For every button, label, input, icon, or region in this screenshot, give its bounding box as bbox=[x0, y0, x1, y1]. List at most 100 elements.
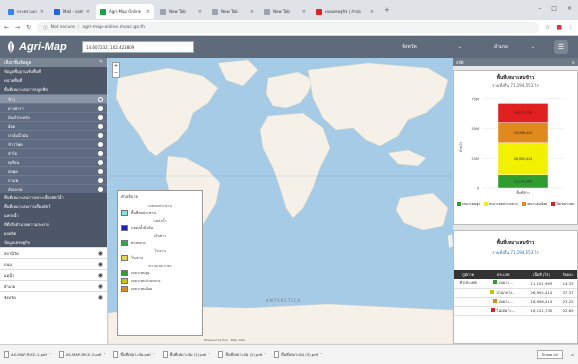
radio-icon[interactable] bbox=[98, 141, 103, 147]
eye-icon[interactable]: ◉ bbox=[98, 283, 103, 290]
radio-icon[interactable] bbox=[98, 105, 103, 111]
radio-icon[interactable] bbox=[98, 123, 103, 129]
address-bar[interactable]: ⓘ Not secure | agri-map-online.moac.go.t… bbox=[37, 22, 539, 33]
download-item[interactable]: พื้นที่เหมาะสม (2).pdf ˄ bbox=[218, 351, 266, 358]
sidebar-layer[interactable]: อำเภอ ◉ bbox=[0, 280, 107, 291]
download-item[interactable]: AS-MAP-RICE-1.pdf ˄ bbox=[4, 351, 51, 358]
close-icon[interactable]: × bbox=[86, 9, 90, 15]
forward-icon[interactable]: → bbox=[15, 24, 20, 31]
chevron-up-icon[interactable]: ˄ bbox=[264, 352, 266, 357]
browser-tab[interactable]: New Tab × bbox=[260, 4, 310, 19]
pencil-icon[interactable]: ✎ bbox=[99, 60, 103, 65]
sidebar-section[interactable]: พื้นที่เหมาะสมการปลูกพืช bbox=[0, 85, 107, 94]
sidebar-item-crop[interactable]: ข้าว bbox=[0, 94, 107, 103]
browser-tab[interactable]: เขตเศรษฐกิจ | สำนัก × bbox=[312, 4, 378, 19]
eye-icon[interactable]: ◉ bbox=[98, 250, 103, 257]
table-row[interactable]: ทั่วประเทศ เหมาะ... 11,101,995 14.33 bbox=[454, 279, 577, 289]
sidebar-section[interactable]: ข้อมูลเศรษฐกิจ bbox=[0, 238, 107, 247]
radio-icon[interactable] bbox=[98, 96, 103, 102]
close-icon[interactable]: × bbox=[146, 9, 150, 15]
user-menu-icon[interactable]: ☰ bbox=[554, 40, 568, 54]
sidebar-section[interactable]: หน่วยพื้นที่ bbox=[0, 76, 107, 85]
close-icon[interactable]: × bbox=[571, 352, 574, 357]
browser-tab[interactable]: New Tab × bbox=[156, 4, 206, 19]
sidebar-item-crop[interactable]: ลำไย bbox=[0, 148, 107, 157]
zoom-out-icon[interactable]: − bbox=[113, 70, 119, 77]
sidebar-item-crop[interactable]: ข้าวโพด bbox=[0, 139, 107, 148]
eye-icon[interactable]: ◉ bbox=[98, 294, 103, 301]
new-tab-icon[interactable]: + bbox=[384, 6, 390, 14]
download-item[interactable]: พื้นที่เหมาะสม (1).pdf ˄ bbox=[162, 351, 210, 358]
reload-icon[interactable]: ↻ bbox=[26, 24, 31, 31]
download-item[interactable]: AS-MAP-RICE-2.pdf ˄ bbox=[58, 351, 106, 358]
table-row[interactable]: ปานกลาง... 26,992,414 37.37 bbox=[454, 288, 577, 298]
sidebar-item-crop[interactable]: สับปะรด bbox=[0, 184, 107, 193]
sidebar-layer[interactable]: จังหวัด ◉ bbox=[0, 291, 107, 302]
show-all-button[interactable]: Show all bbox=[536, 350, 563, 359]
radio-icon[interactable] bbox=[98, 186, 103, 192]
sidebar-layer[interactable]: ถนน ◉ bbox=[0, 258, 107, 269]
minimize-icon[interactable]: – bbox=[538, 5, 541, 12]
info-icon[interactable]: ⓘ bbox=[43, 25, 48, 31]
district-select[interactable]: อำเภอ ⌄ bbox=[494, 41, 535, 53]
close-icon[interactable]: × bbox=[302, 9, 306, 15]
sidebar-item-crop[interactable]: ยางพารา bbox=[0, 103, 107, 112]
star-icon[interactable]: ☆ bbox=[545, 24, 550, 31]
sidebar-section[interactable]: พื้นที่เหมาะสมการเลี้ยงสัตว์ bbox=[0, 202, 107, 211]
table-row[interactable]: เหมาะ... 16,998,414 23.25 bbox=[454, 297, 577, 307]
close-icon[interactable]: × bbox=[250, 9, 254, 15]
table-column-header[interactable]: เนื้อที่ (ไร่) bbox=[523, 270, 560, 279]
close-icon[interactable]: ✕ bbox=[572, 60, 575, 65]
sidebar-section[interactable]: พื้นที่เหมาะสมการเพาะเลี้ยงสัตว์น้ำ bbox=[0, 193, 107, 202]
radio-icon[interactable] bbox=[98, 132, 103, 138]
chevron-up-icon[interactable]: ˄ bbox=[208, 352, 210, 357]
close-icon[interactable]: × bbox=[370, 9, 374, 15]
radio-icon[interactable] bbox=[98, 177, 103, 183]
chevron-up-icon[interactable]: ˄ bbox=[320, 352, 322, 357]
table-row[interactable]: ไม่เหมาะ... 16,151,730 22.65 bbox=[454, 306, 577, 316]
table-column-header[interactable]: ภูมิภาค bbox=[454, 270, 483, 279]
eye-icon[interactable]: ◉ bbox=[98, 261, 103, 268]
zoom-in-icon[interactable]: + bbox=[113, 63, 119, 70]
chevron-up-icon[interactable]: ˄ bbox=[49, 352, 51, 357]
close-icon[interactable]: × bbox=[40, 9, 44, 15]
coordinate-input[interactable]: 14.607232, 102.423809 bbox=[82, 41, 194, 53]
back-icon[interactable]: ← bbox=[4, 24, 9, 31]
sidebar-item-crop[interactable]: ทุเรียน bbox=[0, 157, 107, 166]
sidebar-item-crop[interactable]: มันสำปะหลัง bbox=[0, 112, 107, 121]
chevron-up-icon[interactable]: ˄ bbox=[153, 352, 155, 357]
radio-icon[interactable] bbox=[98, 168, 103, 174]
sidebar-layer[interactable]: สถานีวัด ◉ bbox=[0, 247, 107, 258]
sidebar-section[interactable]: ผลผลิต bbox=[0, 229, 107, 238]
zoom-control[interactable]: + − bbox=[112, 62, 120, 78]
sidebar-section[interactable]: ที่ตั้งสิ่งอำนวยความสะดวก bbox=[0, 220, 107, 229]
extension-icon[interactable]: ■ bbox=[556, 24, 562, 31]
maximize-icon[interactable]: □ bbox=[551, 5, 557, 12]
sidebar-section[interactable]: ข้อมูลพื้นฐานเชิงพื้นที่ bbox=[0, 67, 107, 76]
province-select[interactable]: จังหวัด ⌄ bbox=[402, 41, 462, 53]
download-item[interactable]: พื้นที่เหมาะสม.pdf ˄ bbox=[113, 351, 155, 358]
table-column-header[interactable]: ร้อยละ bbox=[559, 270, 577, 279]
radio-icon[interactable] bbox=[98, 114, 103, 120]
sidebar-item-crop[interactable]: กาแฟ bbox=[0, 175, 107, 184]
app-logo[interactable]: Agri-Map bbox=[0, 41, 82, 53]
sidebar-layer[interactable]: แม่น้ำ ◉ bbox=[0, 269, 107, 280]
sidebar-item-crop[interactable]: มังคุด bbox=[0, 166, 107, 175]
table-column-header[interactable]: ประเภท bbox=[482, 270, 524, 279]
radio-icon[interactable] bbox=[98, 159, 103, 165]
eye-icon[interactable]: ◉ bbox=[98, 272, 103, 279]
browser-tab[interactable]: Mail - sam.somchai.mo...× bbox=[50, 4, 94, 19]
sidebar-item-crop[interactable]: ปาล์มน้ำมัน bbox=[0, 130, 107, 139]
close-window-icon[interactable]: × bbox=[567, 5, 572, 12]
sidebar-item-crop[interactable]: อ้อย bbox=[0, 121, 107, 130]
radio-icon[interactable] bbox=[98, 150, 103, 156]
sidebar-section[interactable]: แหล่งน้ำ bbox=[0, 211, 107, 220]
browser-tab[interactable]: New Tab × bbox=[208, 4, 258, 19]
menu-icon[interactable]: ⋮ bbox=[568, 24, 574, 31]
browser-tab[interactable]: กระทรวงเกษตรและสหกรณ์× bbox=[4, 4, 48, 19]
download-name: พื้นที่เหมาะสม (3).pdf bbox=[281, 351, 318, 357]
browser-tab[interactable]: Agri-Map Online × bbox=[96, 4, 154, 19]
chevron-up-icon[interactable]: ˄ bbox=[104, 352, 106, 357]
download-item[interactable]: พื้นที่เหมาะสม (3).pdf ˄ bbox=[274, 351, 322, 358]
close-icon[interactable]: × bbox=[198, 9, 202, 15]
